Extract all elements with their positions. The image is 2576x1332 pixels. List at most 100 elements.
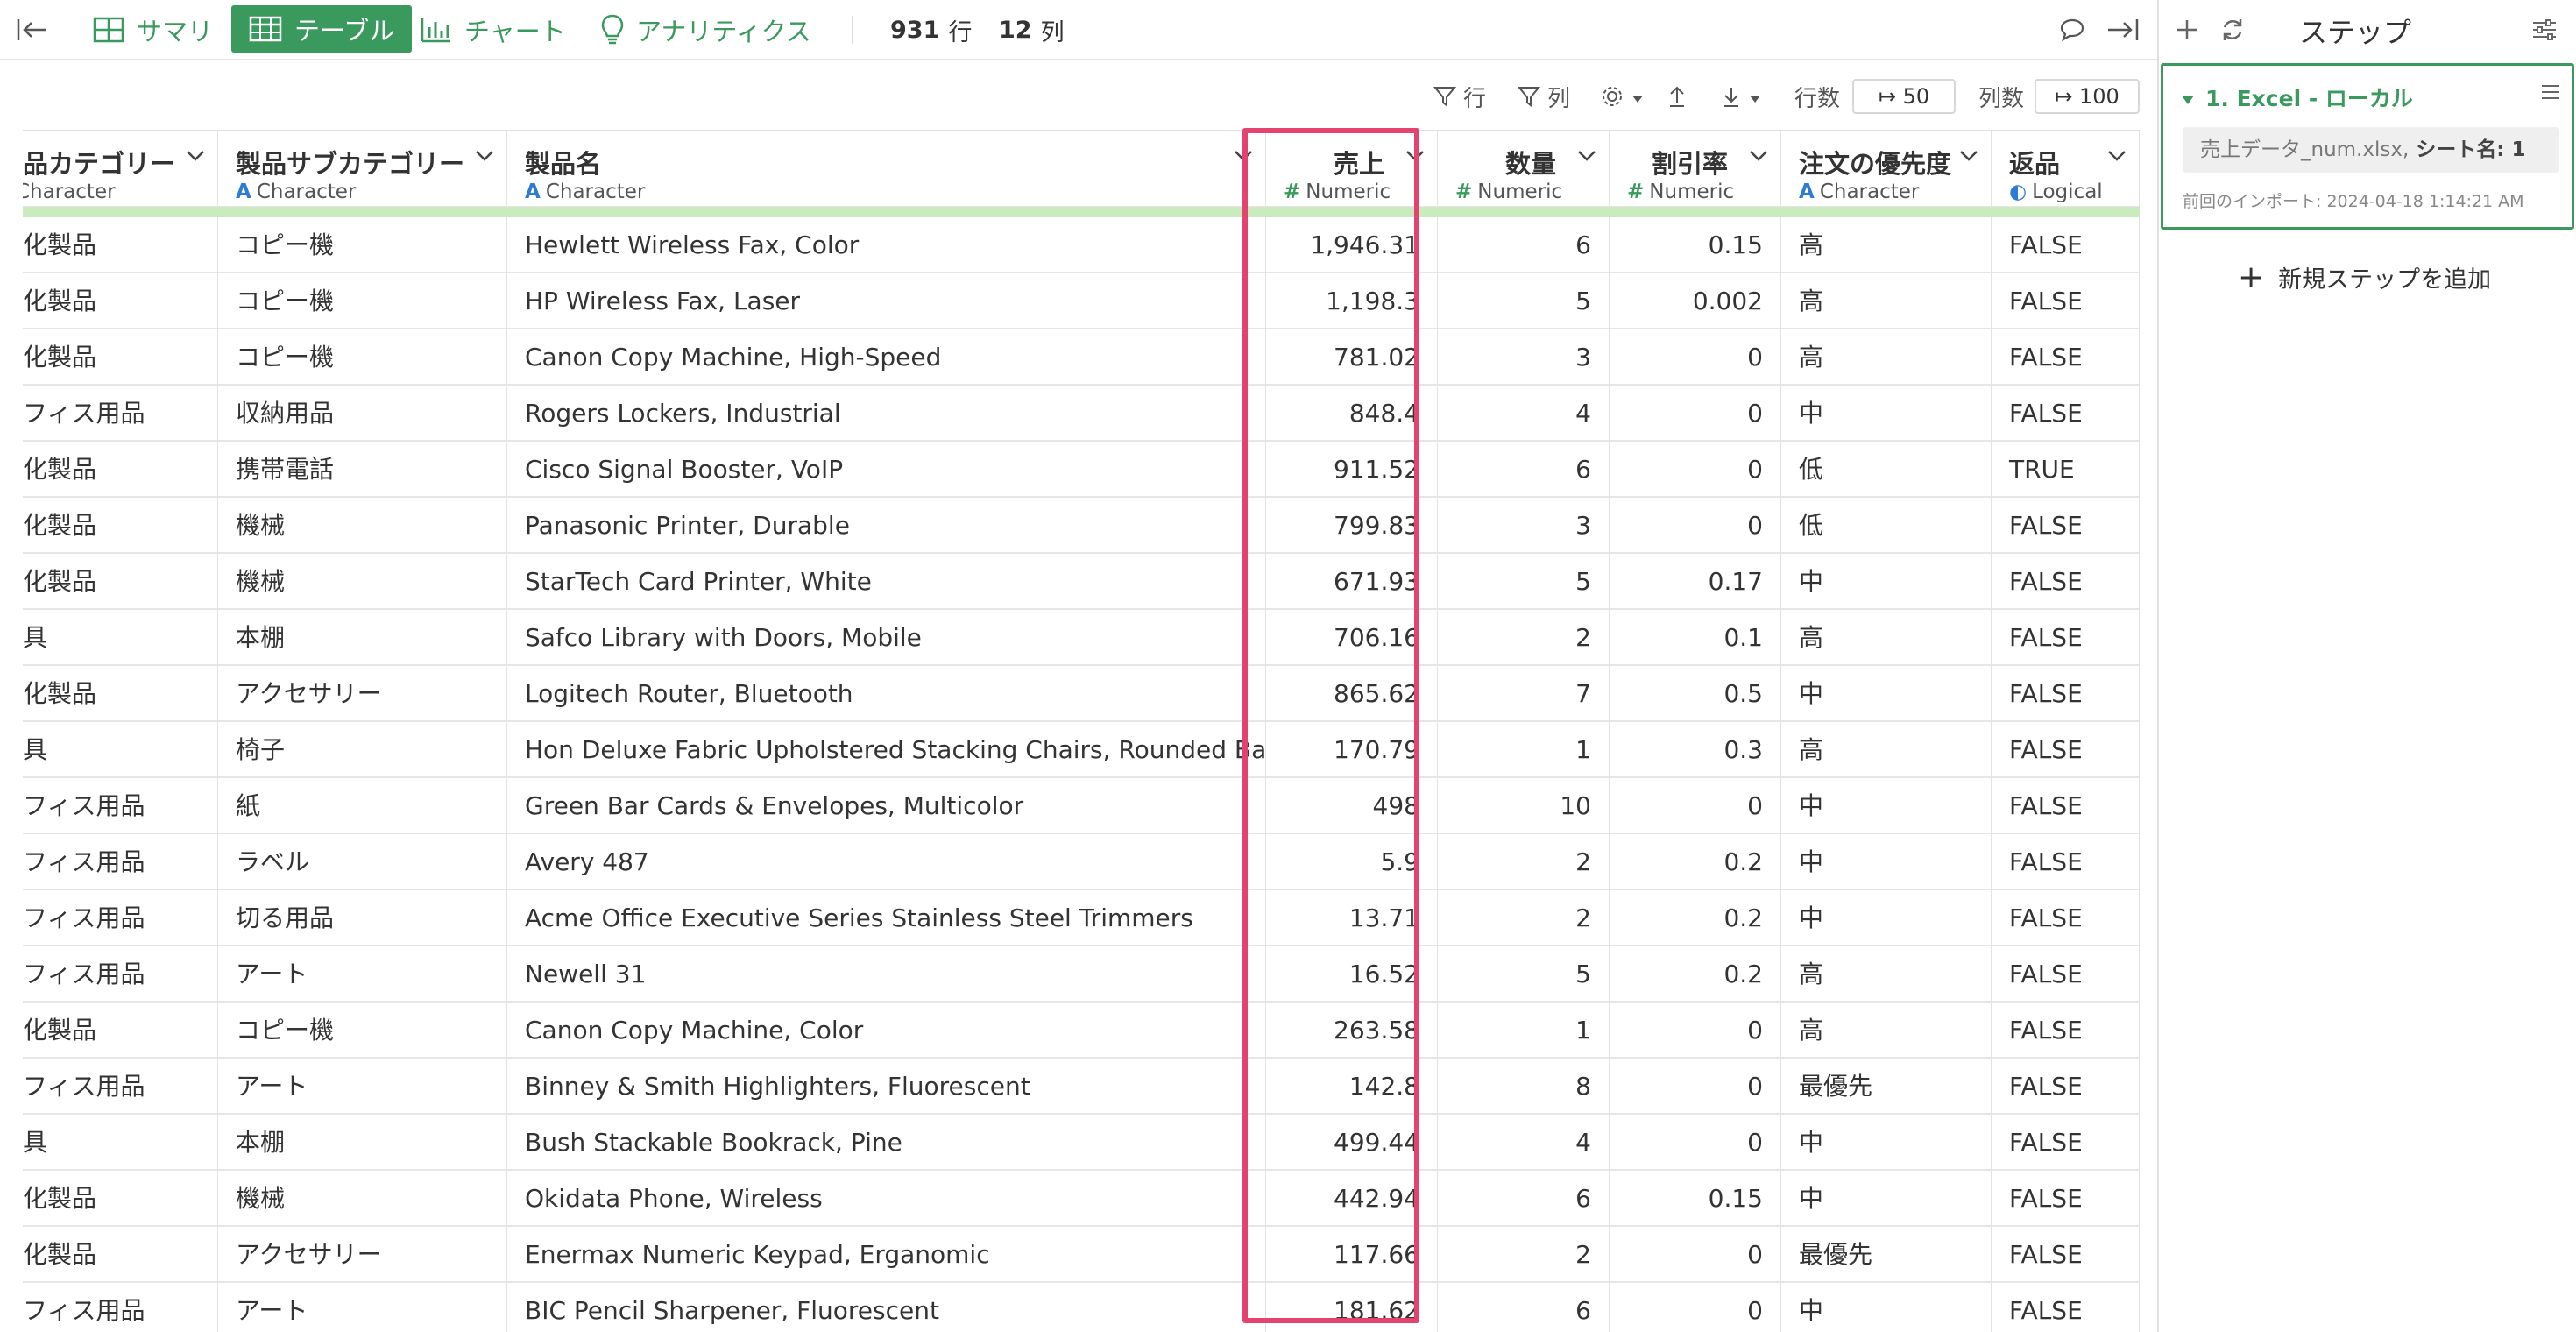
cell-priority[interactable]: 中 xyxy=(1781,554,1992,610)
cell-priority[interactable]: 高 xyxy=(1781,273,1992,329)
cell-product-name[interactable]: Panasonic Printer, Durable xyxy=(507,498,1266,554)
cell-quantity[interactable]: 2 xyxy=(1438,834,1610,890)
cell-subcategory[interactable]: 収納用品 xyxy=(218,386,507,442)
upload-button[interactable] xyxy=(1667,79,1688,114)
cell-sales[interactable]: 498 xyxy=(1266,778,1438,834)
cell-returned[interactable]: FALSE xyxy=(1992,1059,2140,1115)
cell-product-name[interactable]: Logitech Router, Bluetooth xyxy=(507,666,1266,722)
cell-category[interactable]: フィス用品 xyxy=(23,1283,218,1332)
table-row[interactable]: 具本棚 Bush Stackable Bookrack, Pine 499.44 4 0… xyxy=(23,1115,2140,1171)
cell-category[interactable]: 化製品 xyxy=(23,1003,218,1059)
cell-sales[interactable]: 911.52 xyxy=(1266,442,1438,498)
cell-returned[interactable]: FALSE xyxy=(1992,834,2140,890)
table-row[interactable]: フィス用品 アート BIC Pencil Sharpener, Fluorescen… xyxy=(23,1283,2140,1332)
table-row[interactable]: 化製品 コピー機 Canon Copy Machine, High-Speed 781… xyxy=(23,329,2140,386)
chevron-down-icon[interactable] xyxy=(2107,149,2127,166)
add-icon[interactable] xyxy=(2169,12,2204,47)
cell-priority[interactable]: 中 xyxy=(1781,386,1992,442)
cell-product-name[interactable]: BIC Pencil Sharpener, Fluorescent xyxy=(507,1283,1266,1332)
cell-priority[interactable]: 中 xyxy=(1781,1283,1992,1332)
cell-returned[interactable]: FALSE xyxy=(1992,498,2140,554)
table-row[interactable]: 化製品 アクセサリー Logitech Router, Bluetooth 865.6… xyxy=(23,666,2140,722)
rows-limit-input[interactable]: ↦ 50 xyxy=(1852,79,1956,114)
cell-product-name[interactable]: Enermax Numeric Keypad, Erganomic xyxy=(507,1227,1266,1283)
cell-subcategory[interactable]: 携帯電話 xyxy=(218,442,507,498)
cell-priority[interactable]: 低 xyxy=(1781,442,1992,498)
cell-returned[interactable]: FALSE xyxy=(1992,778,2140,834)
cell-sales[interactable]: 1,198.3 xyxy=(1266,273,1438,329)
column-filter-button[interactable]: 列 xyxy=(1518,79,1570,114)
cell-discount[interactable]: 0 xyxy=(1610,1115,1781,1171)
cell-quantity[interactable]: 2 xyxy=(1438,610,1610,666)
cell-product-name[interactable]: Canon Copy Machine, High-Speed xyxy=(507,329,1266,386)
table-row[interactable]: 化製品 コピー機 HP Wireless Fax, Laser 1,198.3 5 0.0… xyxy=(23,273,2140,329)
cell-priority[interactable]: 中 xyxy=(1781,778,1992,834)
cell-priority[interactable]: 中 xyxy=(1781,890,1992,946)
columns-limit-input[interactable]: ↦ 100 xyxy=(2035,79,2140,114)
cell-product-name[interactable]: StarTech Card Printer, White xyxy=(507,554,1266,610)
cell-subcategory[interactable]: 機械 xyxy=(218,554,507,610)
cell-product-name[interactable]: Newell 31 xyxy=(507,946,1266,1003)
cell-discount[interactable]: 0 xyxy=(1610,386,1781,442)
caret-down-icon[interactable] xyxy=(2181,85,2195,110)
cell-discount[interactable]: 0 xyxy=(1610,442,1781,498)
column-header-discount[interactable]: 割引率 # Numeric xyxy=(1610,131,1781,209)
cell-category[interactable]: 具 xyxy=(23,1115,218,1171)
tab-summary[interactable]: サマリ xyxy=(93,0,213,60)
cell-sales[interactable]: 671.93 xyxy=(1266,554,1438,610)
cell-sales[interactable]: 848.4 xyxy=(1266,386,1438,442)
cell-category[interactable]: 具 xyxy=(23,610,218,666)
cell-quantity[interactable]: 1 xyxy=(1438,722,1610,778)
column-header-priority[interactable]: 注文の優先度 A Character xyxy=(1781,131,1992,209)
cell-subcategory[interactable]: アート xyxy=(218,946,507,1003)
chevron-down-icon[interactable] xyxy=(186,149,205,166)
cell-category[interactable]: 化製品 xyxy=(23,554,218,610)
cell-category[interactable]: 具 xyxy=(23,722,218,778)
cell-sales[interactable]: 799.83 xyxy=(1266,498,1438,554)
cell-category[interactable]: 化製品 xyxy=(23,329,218,386)
cell-subcategory[interactable]: 切る用品 xyxy=(218,890,507,946)
cell-priority[interactable]: 高 xyxy=(1781,610,1992,666)
cell-subcategory[interactable]: 機械 xyxy=(218,1171,507,1227)
cell-product-name[interactable]: Green Bar Cards & Envelopes, Multicolor xyxy=(507,778,1266,834)
cell-subcategory[interactable]: 椅子 xyxy=(218,722,507,778)
cell-priority[interactable]: 低 xyxy=(1781,498,1992,554)
cell-subcategory[interactable]: コピー機 xyxy=(218,329,507,386)
cell-subcategory[interactable]: 本棚 xyxy=(218,1115,507,1171)
cell-returned[interactable]: FALSE xyxy=(1992,329,2140,386)
cell-subcategory[interactable]: アート xyxy=(218,1283,507,1332)
cell-returned[interactable]: FALSE xyxy=(1992,666,2140,722)
cell-sales[interactable]: 499.44 xyxy=(1266,1115,1438,1171)
cell-quantity[interactable]: 4 xyxy=(1438,1115,1610,1171)
chevron-down-icon[interactable] xyxy=(1749,149,1768,166)
cell-category[interactable]: 化製品 xyxy=(23,1227,218,1283)
cell-quantity[interactable]: 3 xyxy=(1438,498,1610,554)
column-header-subcategory[interactable]: 製品サブカテゴリー A Character xyxy=(218,131,507,209)
tab-table[interactable]: テーブル xyxy=(231,5,413,53)
table-row[interactable]: 具本棚 Safco Library with Doors, Mobile 706.1… xyxy=(23,610,2140,666)
column-header-quantity[interactable]: 数量 # Numeric xyxy=(1438,131,1610,209)
cell-product-name[interactable]: Bush Stackable Bookrack, Pine xyxy=(507,1115,1266,1171)
cell-sales[interactable]: 13.71 xyxy=(1266,890,1438,946)
cell-subcategory[interactable]: 本棚 xyxy=(218,610,507,666)
cell-discount[interactable]: 0.15 xyxy=(1610,217,1781,273)
cell-priority[interactable]: 高 xyxy=(1781,1003,1992,1059)
cell-quantity[interactable]: 2 xyxy=(1438,1227,1610,1283)
cell-discount[interactable]: 0.2 xyxy=(1610,946,1781,1003)
cell-sales[interactable]: 865.62 xyxy=(1266,666,1438,722)
cell-category[interactable]: 化製品 xyxy=(23,217,218,273)
cell-quantity[interactable]: 2 xyxy=(1438,890,1610,946)
add-step-button[interactable]: + 新規ステップを追加 xyxy=(2238,259,2491,295)
cell-sales[interactable]: 170.79 xyxy=(1266,722,1438,778)
column-header-category[interactable]: 品カテゴリー Character xyxy=(23,131,218,209)
table-row[interactable]: フィス用品紙 Green Bar Cards & Envelopes, Multi… xyxy=(23,778,2140,834)
cell-sales[interactable]: 5.9 xyxy=(1266,834,1438,890)
cell-subcategory[interactable]: コピー機 xyxy=(218,217,507,273)
cell-sales[interactable]: 117.66 xyxy=(1266,1227,1438,1283)
cell-discount[interactable]: 0.15 xyxy=(1610,1171,1781,1227)
cell-discount[interactable]: 0.2 xyxy=(1610,834,1781,890)
collapse-left-button[interactable] xyxy=(16,0,61,60)
table-row[interactable]: 化製品 コピー機 Hewlett Wireless Fax, Color 1,946.… xyxy=(23,217,2140,273)
cell-discount[interactable]: 0.2 xyxy=(1610,890,1781,946)
cell-returned[interactable]: FALSE xyxy=(1992,1283,2140,1332)
